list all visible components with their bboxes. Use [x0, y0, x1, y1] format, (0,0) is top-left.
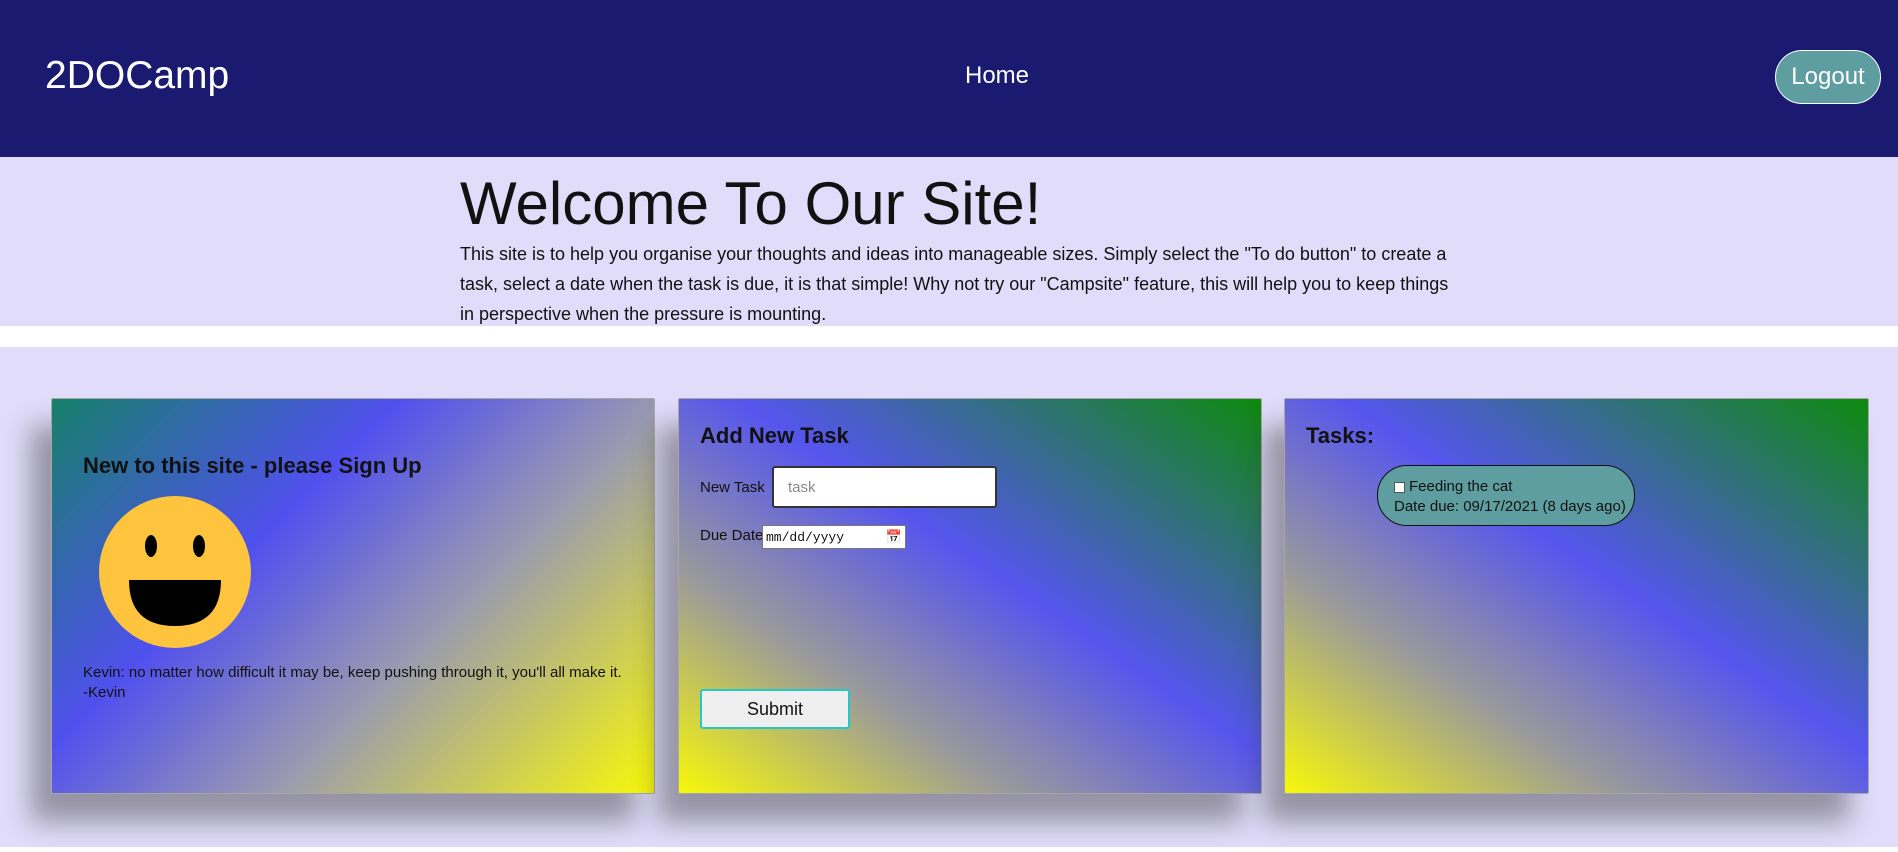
tasks-title: Tasks: [1306, 423, 1375, 448]
add-task-card: Add New Task New Task Due Date mm/dd/yyy… [678, 398, 1262, 794]
hero-description: This site is to help you organise your t… [460, 244, 1449, 324]
due-date-input[interactable]: mm/dd/yyyy 📅 [762, 525, 906, 549]
new-task-input[interactable] [772, 466, 997, 508]
task-name: Feeding the cat [1409, 478, 1513, 495]
logout-button[interactable]: Logout [1775, 50, 1881, 104]
task-row: Feeding the cat [1394, 477, 1634, 497]
navbar: 2DOCamp Home Logout [0, 0, 1898, 157]
smiley-face-icon [99, 496, 251, 648]
cards-section: New to this site - please Sign Up Kevin:… [0, 347, 1898, 847]
tasks-card: Tasks: Feeding the cat Date due: 09/17/2… [1284, 398, 1869, 794]
page-title: Welcome To Our Site! [460, 170, 1042, 237]
submit-button[interactable]: Submit [700, 689, 850, 729]
add-task-title: Add New Task [700, 423, 849, 448]
due-date-label: Due Date [700, 527, 764, 544]
task-item: Feeding the cat Date due: 09/17/2021 (8 … [1377, 465, 1635, 526]
nav-home-link[interactable]: Home [965, 62, 1029, 90]
due-date-placeholder: mm/dd/yyyy [766, 529, 845, 545]
signup-card-title[interactable]: New to this site - please Sign Up [83, 453, 422, 479]
task-due-date: Date due: 09/17/2021 (8 days ago) [1394, 498, 1626, 515]
signup-card: New to this site - please Sign Up Kevin:… [51, 398, 655, 794]
task-checkbox[interactable] [1394, 481, 1405, 493]
calendar-icon[interactable]: 📅 [886, 530, 902, 545]
quote-text: Kevin: no matter how difficult it may be… [83, 664, 622, 701]
hero-section: Welcome To Our Site! This site is to hel… [0, 157, 1898, 326]
new-task-label: New Task [700, 479, 765, 496]
brand-logo[interactable]: 2DOCamp [45, 54, 229, 98]
